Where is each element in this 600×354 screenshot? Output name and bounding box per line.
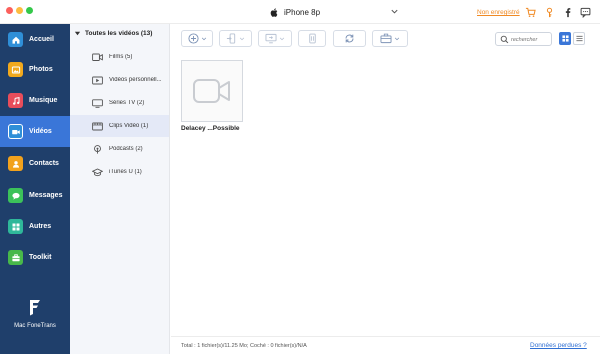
chevron-down-icon bbox=[201, 37, 206, 40]
personal-video-icon bbox=[92, 76, 103, 84]
clip-icon bbox=[92, 122, 103, 130]
brand-name: Mac FoneTrans bbox=[14, 323, 56, 329]
status-bar: Total : 1 fichier(s)/11.25 Mo; Coché : 0… bbox=[171, 336, 600, 354]
sidebar-item-photos[interactable]: Photos bbox=[0, 54, 70, 85]
category-label: Clips Vidéo (1) bbox=[109, 123, 149, 129]
refresh-icon bbox=[345, 34, 354, 43]
sidebar-item-videos[interactable]: Vidéos bbox=[0, 116, 70, 147]
sidebar-item-label: Autres bbox=[29, 223, 52, 230]
device-selector[interactable]: iPhone 8p bbox=[270, 5, 320, 19]
category-label: Films (5) bbox=[109, 54, 133, 60]
sidebar-item-label: Accueil bbox=[29, 36, 54, 43]
itunes-u-icon bbox=[92, 168, 103, 176]
add-icon bbox=[187, 33, 199, 44]
lost-data-link[interactable]: Données perdues ? bbox=[530, 342, 587, 349]
key-icon[interactable] bbox=[544, 7, 555, 18]
chevron-down-icon[interactable] bbox=[390, 7, 399, 16]
sidebar-item-autres[interactable]: Autres bbox=[0, 211, 70, 242]
podcast-icon bbox=[94, 144, 101, 154]
search-icon bbox=[500, 35, 509, 44]
sidebar-item-contacts[interactable]: Contacts bbox=[0, 148, 70, 179]
search-box[interactable] bbox=[495, 32, 552, 46]
triangle-down-icon bbox=[74, 31, 81, 36]
toolbox-button[interactable] bbox=[372, 30, 408, 47]
toolbox-icon bbox=[380, 33, 392, 44]
sidebar-item-musique[interactable]: Musique bbox=[0, 85, 70, 116]
brand: Mac FoneTrans bbox=[0, 297, 70, 329]
apple-icon bbox=[270, 7, 278, 17]
minimize-window-button[interactable] bbox=[16, 7, 23, 14]
sidebar-item-toolkit[interactable]: Toolkit bbox=[0, 242, 70, 273]
delete-button[interactable] bbox=[298, 30, 326, 47]
film-icon bbox=[92, 53, 103, 61]
trash-icon bbox=[308, 33, 316, 44]
chevron-down-icon bbox=[394, 37, 400, 40]
toolkit-icon bbox=[8, 250, 23, 265]
photos-icon bbox=[8, 62, 23, 77]
sidebar-item-label: Messages bbox=[29, 192, 63, 199]
video-camera-icon bbox=[193, 79, 230, 103]
sidebar-item-label: Musique bbox=[29, 97, 58, 104]
chevron-down-icon bbox=[239, 37, 245, 40]
sidebar-item-label: Toolkit bbox=[29, 254, 52, 261]
category-item-tv-series[interactable]: Séries TV (2) bbox=[70, 92, 169, 114]
video-title: Delacey ...Possible bbox=[181, 125, 240, 132]
messages-icon bbox=[8, 188, 23, 203]
facebook-icon[interactable] bbox=[562, 7, 573, 18]
device-name: iPhone 8p bbox=[284, 7, 321, 17]
music-icon bbox=[8, 93, 23, 108]
grid-icon bbox=[561, 35, 569, 42]
tv-icon bbox=[92, 98, 103, 108]
fonetrans-logo-icon bbox=[30, 300, 40, 316]
list-view-button[interactable] bbox=[573, 32, 585, 45]
chevron-down-icon bbox=[279, 37, 285, 40]
all-videos-label: Toutes les vidéos (13) bbox=[85, 30, 153, 37]
status-summary: Total : 1 fichier(s)/11.25 Mo; Coché : 0… bbox=[181, 343, 307, 349]
all-videos-header[interactable]: Toutes les vidéos (13) bbox=[74, 30, 152, 37]
refresh-button[interactable] bbox=[333, 30, 366, 47]
category-label: Vidéos personnell... bbox=[109, 77, 162, 83]
close-window-button[interactable] bbox=[6, 7, 13, 14]
sidebar-item-messages[interactable]: Messages bbox=[0, 180, 70, 211]
feedback-icon[interactable] bbox=[580, 7, 591, 18]
search-input[interactable] bbox=[511, 34, 551, 45]
category-label: iTunes U (1) bbox=[109, 169, 142, 175]
main-content: Delacey ...Possible Total : 1 fichier(s)… bbox=[171, 24, 600, 354]
register-link[interactable]: Non enregistré bbox=[477, 9, 520, 16]
video-item[interactable]: Delacey ...Possible bbox=[181, 60, 243, 137]
category-item-itunes-u[interactable]: iTunes U (1) bbox=[70, 161, 169, 183]
sidebar-item-label: Contacts bbox=[29, 160, 59, 167]
app-window: iPhone 8p Non enregistré Accueil Photos … bbox=[0, 0, 600, 354]
grid-view-button[interactable] bbox=[559, 32, 571, 45]
export-device-icon bbox=[226, 33, 236, 44]
title-bar: iPhone 8p Non enregistré bbox=[0, 0, 600, 24]
category-item-personal-videos[interactable]: Vidéos personnell... bbox=[70, 69, 169, 91]
add-button[interactable] bbox=[181, 30, 213, 47]
sidebar-item-label: Vidéos bbox=[29, 128, 52, 135]
category-label: Séries TV (2) bbox=[109, 100, 145, 106]
category-item-podcasts[interactable]: Podcasts (2) bbox=[70, 138, 169, 160]
video-thumbnail[interactable] bbox=[181, 60, 243, 122]
others-icon bbox=[8, 219, 23, 234]
export-pc-icon bbox=[265, 33, 277, 44]
zoom-window-button[interactable] bbox=[26, 7, 33, 14]
list-icon bbox=[575, 35, 583, 42]
home-icon bbox=[8, 32, 23, 47]
export-to-pc-button[interactable] bbox=[258, 30, 292, 47]
sidebar-item-label: Photos bbox=[29, 66, 53, 73]
sidebar-item-accueil[interactable]: Accueil bbox=[0, 24, 70, 55]
category-item-films[interactable]: Films (5) bbox=[70, 46, 169, 68]
contacts-icon bbox=[8, 156, 23, 171]
category-pane: Toutes les vidéos (13) Films (5) Vidéos … bbox=[70, 24, 170, 354]
category-item-video-clips[interactable]: Clips Vidéo (1) bbox=[70, 115, 169, 137]
main-sidebar: Accueil Photos Musique Vidéos Contacts M… bbox=[0, 24, 70, 354]
category-label: Podcasts (2) bbox=[109, 146, 143, 152]
video-icon bbox=[8, 124, 23, 139]
export-to-device-button[interactable] bbox=[219, 30, 252, 47]
cart-icon[interactable] bbox=[525, 7, 536, 18]
